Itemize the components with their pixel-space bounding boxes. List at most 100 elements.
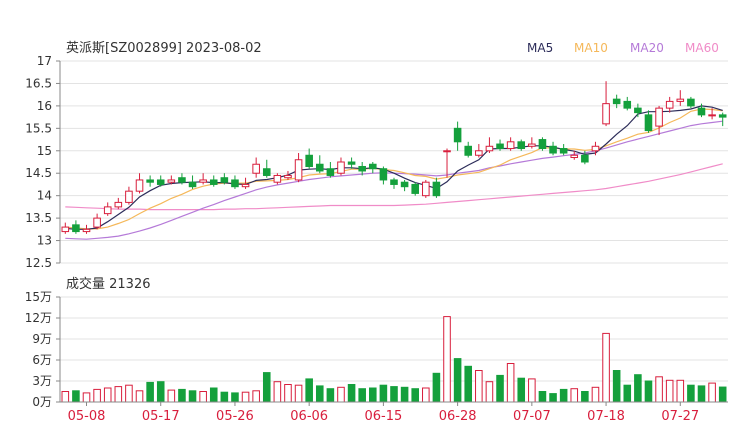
volume-bar: [135, 390, 144, 403]
ma5-line: [65, 105, 723, 230]
candle-body: [623, 100, 632, 109]
volume-bar: [708, 382, 716, 403]
candle-body: [591, 145, 600, 152]
price-tick-label: 15.5: [25, 121, 52, 135]
volume-bar: [676, 379, 685, 403]
volume-bar: [538, 391, 547, 403]
date-tick-label: 05-26: [216, 409, 254, 424]
candle-body: [146, 179, 154, 183]
volume-bar: [358, 388, 366, 403]
volume-bar: [347, 384, 356, 403]
price-tick-label: 16: [37, 99, 52, 113]
candle-body: [453, 127, 462, 143]
date-x-axis: 05-08 05-17 05-26 06-06 06-15 06-28 07-07 07-18…: [60, 401, 728, 424]
candle-body: [708, 114, 716, 117]
volume-bar: [167, 389, 176, 403]
volume-tick-label: 12万: [25, 311, 52, 325]
candle-body: [337, 161, 345, 174]
ma10-line: [65, 108, 723, 230]
candle-body: [199, 179, 207, 183]
legend-ma10: MA10: [574, 41, 608, 55]
volume-tick-label: 15万: [25, 290, 52, 304]
volume-y-axis: 15万 12万 9万 6万 3万 0万: [25, 290, 61, 409]
candle-body: [528, 143, 536, 147]
candle-body: [125, 190, 133, 203]
candle-body: [188, 181, 197, 188]
volume-bar: [655, 376, 663, 403]
volume-bar: [114, 386, 123, 403]
candle-body: [167, 179, 176, 183]
price-tick-label: 14: [37, 189, 52, 203]
volume-bar: [125, 384, 133, 403]
candle-body: [390, 179, 398, 185]
date-tick-label: 05-08: [68, 409, 106, 424]
volume-bar: [369, 387, 377, 403]
candle-body: [665, 100, 674, 109]
legend-ma60: MA60: [685, 41, 719, 55]
candle-body: [644, 114, 653, 132]
candle-body: [485, 145, 494, 152]
volume-bar: [634, 374, 642, 403]
volume-bar: [61, 391, 70, 403]
candle-body: [411, 183, 419, 194]
candle-body: [697, 107, 706, 116]
candle-body: [305, 154, 313, 167]
candle-body: [496, 143, 504, 150]
price-tick-label: 16.5: [25, 76, 52, 90]
volume-tick-label: 3万: [32, 374, 52, 388]
volume-bar: [390, 386, 398, 403]
candle-body: [294, 159, 303, 181]
volume-bar: [93, 388, 101, 403]
candle-body: [358, 165, 366, 172]
volume-bar: [718, 386, 727, 403]
candle-body: [602, 103, 610, 125]
volume-bar: [178, 388, 186, 403]
date-tick-label: 06-28: [439, 409, 477, 424]
candle-body: [72, 224, 80, 233]
candle-body: [209, 179, 218, 185]
volume-bar: [284, 384, 292, 403]
candle-body: [581, 154, 589, 163]
candle-body: [326, 168, 335, 176]
candle-body: [178, 177, 186, 183]
date-tick-label: 07-07: [513, 409, 551, 424]
volume-bar: [379, 384, 388, 403]
volume-bar: [411, 388, 419, 403]
volume-bar: [252, 390, 260, 403]
stock-chart: 英派斯[SZ002899] 2023-08-02 MA5 MA10 MA20 M…: [0, 0, 740, 440]
volume-bar: [156, 381, 165, 403]
price-y-axis: 17 16.5 16 15.5 15 14.5 14 13.5 13 12.5: [25, 54, 61, 270]
volume-bar: [273, 381, 282, 403]
volume-bar: [665, 379, 674, 403]
candle-body: [475, 150, 483, 156]
candle-body: [315, 163, 324, 172]
price-grid: [60, 60, 728, 264]
candle-body: [93, 217, 101, 228]
volume-bar: [570, 388, 579, 403]
candle-body: [347, 161, 356, 165]
volume-bar: [432, 372, 441, 403]
volume-bar: [496, 374, 504, 403]
date-tick-label: 07-18: [587, 409, 625, 424]
date-tick-label: 07-27: [661, 409, 699, 424]
volume-bar: [475, 370, 483, 403]
candle-body: [612, 98, 621, 105]
price-tick-label: 14.5: [25, 166, 52, 180]
chart-title: 英派斯[SZ002899] 2023-08-02: [66, 41, 262, 56]
volume-bar: [549, 393, 557, 403]
candle-body: [718, 114, 727, 118]
volume-bar: [528, 378, 536, 403]
volume-tick-label: 0万: [32, 395, 52, 409]
candle-body: [400, 181, 409, 188]
volume-bar: [199, 391, 207, 403]
volume-bar: [294, 384, 303, 403]
legend-ma5: MA5: [527, 41, 553, 55]
candle-body: [464, 145, 473, 156]
candle-body: [241, 183, 250, 188]
candle-body: [103, 206, 112, 215]
candle-body: [559, 148, 568, 154]
volume-bar: [400, 386, 409, 403]
candle-body: [114, 201, 123, 208]
candle-body: [61, 226, 70, 233]
candle-body: [655, 107, 663, 127]
